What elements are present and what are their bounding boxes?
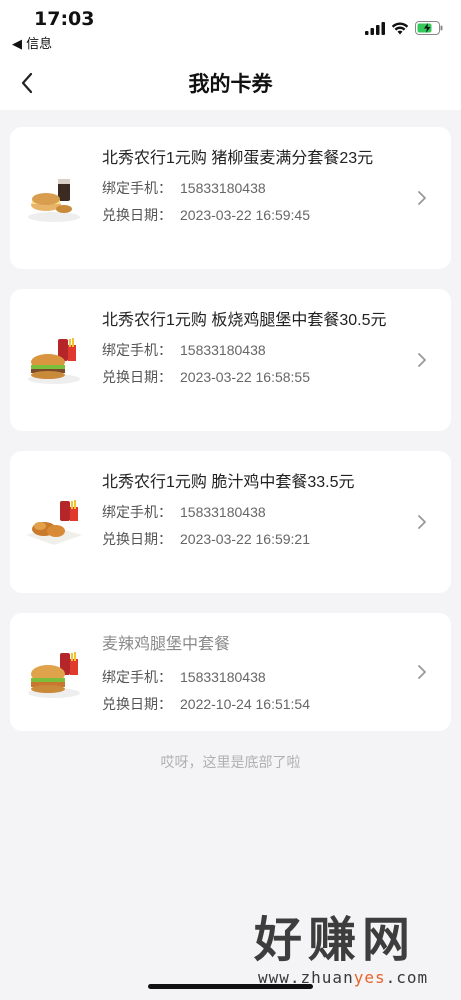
redeem-date-row: 兑换日期： 2023-03-22 16:59:45	[102, 205, 402, 225]
watermark-title: 好赚网	[254, 912, 417, 968]
bound-phone-label: 绑定手机：	[102, 669, 172, 685]
coupon-info: 北秀农行1元购 猪柳蛋麦满分套餐23元 绑定手机： 15833180438 兑换日…	[102, 147, 402, 225]
wifi-icon	[391, 22, 409, 34]
back-to-app-link[interactable]: ◀ 信息	[12, 33, 52, 52]
bound-phone-row: 绑定手机： 15833180438	[102, 340, 402, 360]
fried-chicken-meal-icon	[26, 500, 82, 545]
coupon-info: 北秀农行1元购 板烧鸡腿堡中套餐30.5元 绑定手机： 15833180438 兑…	[102, 309, 402, 387]
redeem-date-label: 兑换日期：	[102, 369, 172, 385]
watermark-url-suffix: .com	[385, 968, 429, 987]
coupon-title: 北秀农行1元购 脆汁鸡中套餐33.5元	[102, 474, 355, 491]
bound-phone-value: 15833180438	[180, 504, 266, 520]
bound-phone-value: 15833180438	[180, 669, 266, 685]
chevron-right-icon	[418, 515, 426, 529]
bound-phone-label: 绑定手机：	[102, 180, 172, 196]
bound-phone-row: 绑定手机： 15833180438	[102, 502, 402, 522]
redeem-date-label: 兑换日期：	[102, 531, 172, 547]
home-indicator[interactable]	[148, 984, 313, 989]
bound-phone-label: 绑定手机：	[102, 504, 172, 520]
bound-phone-value: 15833180438	[180, 342, 266, 358]
coupon-title: 北秀农行1元购 猪柳蛋麦满分套餐23元	[102, 150, 374, 167]
coupon-card[interactable]: 麦辣鸡腿堡中套餐 绑定手机： 15833180438 兑换日期： 2022-10-2…	[10, 613, 451, 731]
redeem-date-value: 2022-10-24 16:51:54	[180, 696, 310, 712]
bound-phone-value: 15833180438	[180, 180, 266, 196]
redeem-date-row: 兑换日期： 2022-10-24 16:51:54	[102, 694, 402, 714]
coupon-card[interactable]: 北秀农行1元购 板烧鸡腿堡中套餐30.5元 绑定手机： 15833180438 兑…	[10, 289, 451, 431]
coupon-title: 北秀农行1元购 板烧鸡腿堡中套餐30.5元	[102, 312, 387, 329]
coupon-card[interactable]: 北秀农行1元购 脆汁鸡中套餐33.5元 绑定手机： 15833180438 兑换日…	[10, 451, 451, 593]
coupon-title: 麦辣鸡腿堡中套餐	[102, 636, 231, 653]
breakfast-meal-icon	[28, 179, 80, 222]
status-icons	[365, 20, 443, 36]
chevron-right-icon	[418, 353, 426, 367]
battery-charging-icon	[415, 21, 443, 35]
status-bar: 17:03 ◀ 信息	[0, 0, 461, 54]
spicy-burger-meal-icon	[28, 652, 80, 698]
burger-meal-icon	[28, 338, 80, 384]
coupon-card[interactable]: 北秀农行1元购 猪柳蛋麦满分套餐23元 绑定手机： 15833180438 兑换日…	[10, 127, 451, 269]
page-title: 我的卡券	[188, 72, 273, 96]
watermark-url-highlight: yes	[353, 968, 386, 987]
coupon-info: 北秀农行1元购 脆汁鸡中套餐33.5元 绑定手机： 15833180438 兑换日…	[102, 471, 402, 549]
redeem-date-row: 兑换日期： 2023-03-22 16:59:21	[102, 529, 402, 549]
nav-bar: 我的卡券	[0, 54, 461, 110]
chevron-right-icon	[418, 665, 426, 679]
status-time: 17:03	[34, 8, 95, 30]
list-end-note: 哎呀，这里是底部了啦	[160, 755, 301, 771]
redeem-date-value: 2023-03-22 16:58:55	[180, 369, 310, 385]
signal-icon	[365, 21, 385, 35]
bound-phone-row: 绑定手机： 15833180438	[102, 667, 402, 687]
chevron-right-icon	[418, 191, 426, 205]
redeem-date-label: 兑换日期：	[102, 207, 172, 223]
redeem-date-label: 兑换日期：	[102, 696, 172, 712]
bound-phone-row: 绑定手机： 15833180438	[102, 178, 402, 198]
redeem-date-row: 兑换日期： 2023-03-22 16:58:55	[102, 367, 402, 387]
bound-phone-label: 绑定手机：	[102, 342, 172, 358]
coupon-list: 北秀农行1元购 猪柳蛋麦满分套餐23元 绑定手机： 15833180438 兑换日…	[10, 127, 451, 751]
redeem-date-value: 2023-03-22 16:59:21	[180, 531, 310, 547]
site-watermark: 好赚网 www.zhuanyes.com	[254, 912, 444, 992]
coupon-info: 麦辣鸡腿堡中套餐 绑定手机： 15833180438 兑换日期： 2022-10-2…	[102, 633, 402, 714]
redeem-date-value: 2023-03-22 16:59:45	[180, 207, 310, 223]
